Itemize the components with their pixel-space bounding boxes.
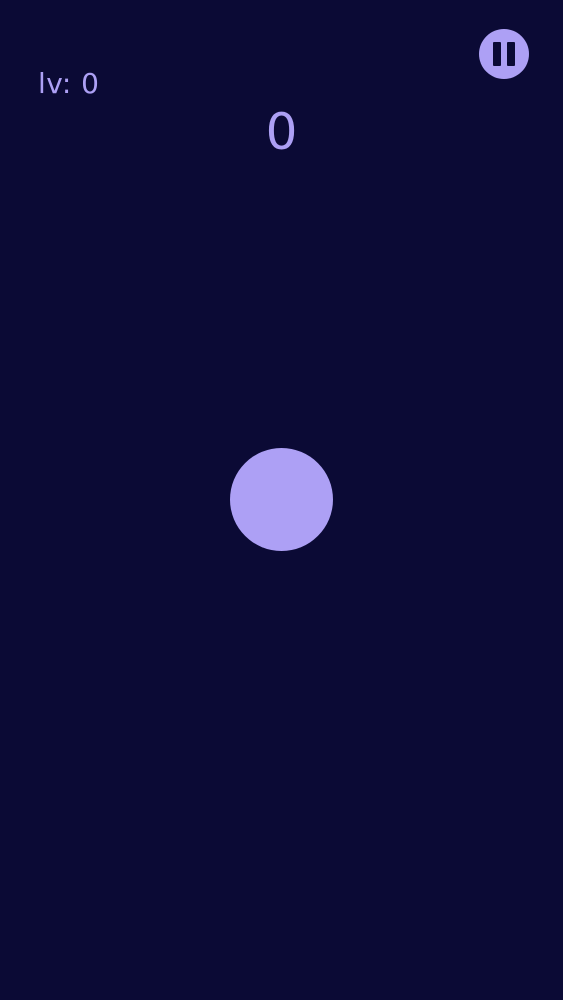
level-label: lv: 0 [38, 67, 100, 100]
pause-button[interactable] [479, 29, 529, 79]
pause-bar-left [493, 42, 501, 66]
pause-bar-right [507, 42, 515, 66]
score-counter: 0 [265, 103, 298, 161]
game-screen[interactable]: lv: 0 0 [0, 0, 563, 1000]
player-ball [230, 448, 333, 551]
